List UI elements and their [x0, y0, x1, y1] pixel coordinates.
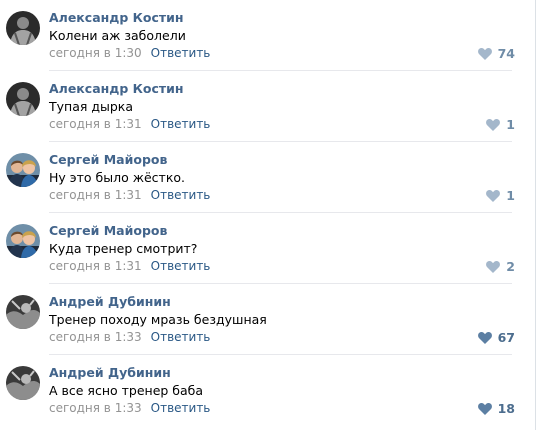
heart-icon	[486, 118, 501, 131]
like-button[interactable]: 67	[477, 330, 515, 345]
comment-item: Андрей Дубинин А все ясно тренер баба се…	[0, 355, 530, 426]
like-count: 18	[497, 401, 515, 416]
avatar[interactable]	[6, 224, 40, 258]
comment-meta: сегодня в 1:31 Ответить	[49, 117, 210, 131]
comment-meta: сегодня в 1:31 Ответить	[49, 259, 210, 273]
like-button[interactable]: 2	[486, 259, 515, 274]
like-count: 2	[506, 259, 515, 274]
author-name[interactable]: Александр Костин	[49, 10, 184, 25]
comment-text: Куда тренер смотрит?	[49, 241, 198, 256]
comment-meta: сегодня в 1:33 Ответить	[49, 330, 210, 344]
comment-meta: сегодня в 1:31 Ответить	[49, 188, 210, 202]
author-name[interactable]: Сергей Майоров	[49, 223, 167, 238]
like-count: 1	[506, 117, 515, 132]
comment-item: Сергей Майоров Ну это было жёстко. сегод…	[0, 142, 530, 213]
reply-link[interactable]: Ответить	[151, 330, 211, 344]
reply-link[interactable]: Ответить	[151, 46, 211, 60]
comment-timestamp[interactable]: сегодня в 1:31	[49, 259, 142, 273]
heart-icon	[477, 402, 492, 415]
comment-item: Сергей Майоров Куда тренер смотрит? сего…	[0, 213, 530, 284]
heart-icon	[477, 47, 492, 60]
comment-timestamp[interactable]: сегодня в 1:33	[49, 330, 142, 344]
avatar[interactable]	[6, 11, 40, 45]
author-name[interactable]: Александр Костин	[49, 81, 184, 96]
heart-icon	[486, 189, 501, 202]
author-name[interactable]: Андрей Дубинин	[49, 294, 171, 309]
avatar[interactable]	[6, 366, 40, 400]
like-count: 1	[506, 188, 515, 203]
like-button[interactable]: 1	[486, 117, 515, 132]
heart-icon	[477, 331, 492, 344]
comment-text: Ну это было жёстко.	[49, 170, 185, 185]
author-name[interactable]: Андрей Дубинин	[49, 365, 171, 380]
like-count: 67	[497, 330, 515, 345]
avatar[interactable]	[6, 295, 40, 329]
comment-item: Александр Костин Тупая дырка сегодня в 1…	[0, 71, 530, 142]
comment-item: Александр Костин Колени аж заболели сего…	[0, 0, 530, 71]
comment-meta: сегодня в 1:33 Ответить	[49, 401, 210, 415]
comment-text: Колени аж заболели	[49, 28, 186, 43]
comment-text: Тренер походу мразь бездушная	[49, 312, 267, 327]
comment-text: Тупая дырка	[49, 99, 134, 114]
heart-icon	[486, 260, 501, 273]
comment-meta: сегодня в 1:30 Ответить	[49, 46, 210, 60]
comment-timestamp[interactable]: сегодня в 1:30	[49, 46, 142, 60]
reply-link[interactable]: Ответить	[151, 259, 211, 273]
reply-link[interactable]: Ответить	[151, 117, 211, 131]
comment-timestamp[interactable]: сегодня в 1:31	[49, 117, 142, 131]
comments-page: Александр Костин Колени аж заболели сего…	[0, 0, 538, 430]
comment-timestamp[interactable]: сегодня в 1:31	[49, 188, 142, 202]
like-button[interactable]: 18	[477, 401, 515, 416]
avatar[interactable]	[6, 82, 40, 116]
like-button[interactable]: 1	[486, 188, 515, 203]
comment-item: Андрей Дубинин Тренер походу мразь безду…	[0, 284, 530, 355]
reply-link[interactable]: Ответить	[151, 188, 211, 202]
author-name[interactable]: Сергей Майоров	[49, 152, 167, 167]
scroll-edge	[535, 0, 536, 430]
avatar[interactable]	[6, 153, 40, 187]
like-button[interactable]: 74	[477, 46, 515, 61]
comment-text: А все ясно тренер баба	[49, 383, 204, 398]
like-count: 74	[497, 46, 515, 61]
comment-timestamp[interactable]: сегодня в 1:33	[49, 401, 142, 415]
reply-link[interactable]: Ответить	[151, 401, 211, 415]
